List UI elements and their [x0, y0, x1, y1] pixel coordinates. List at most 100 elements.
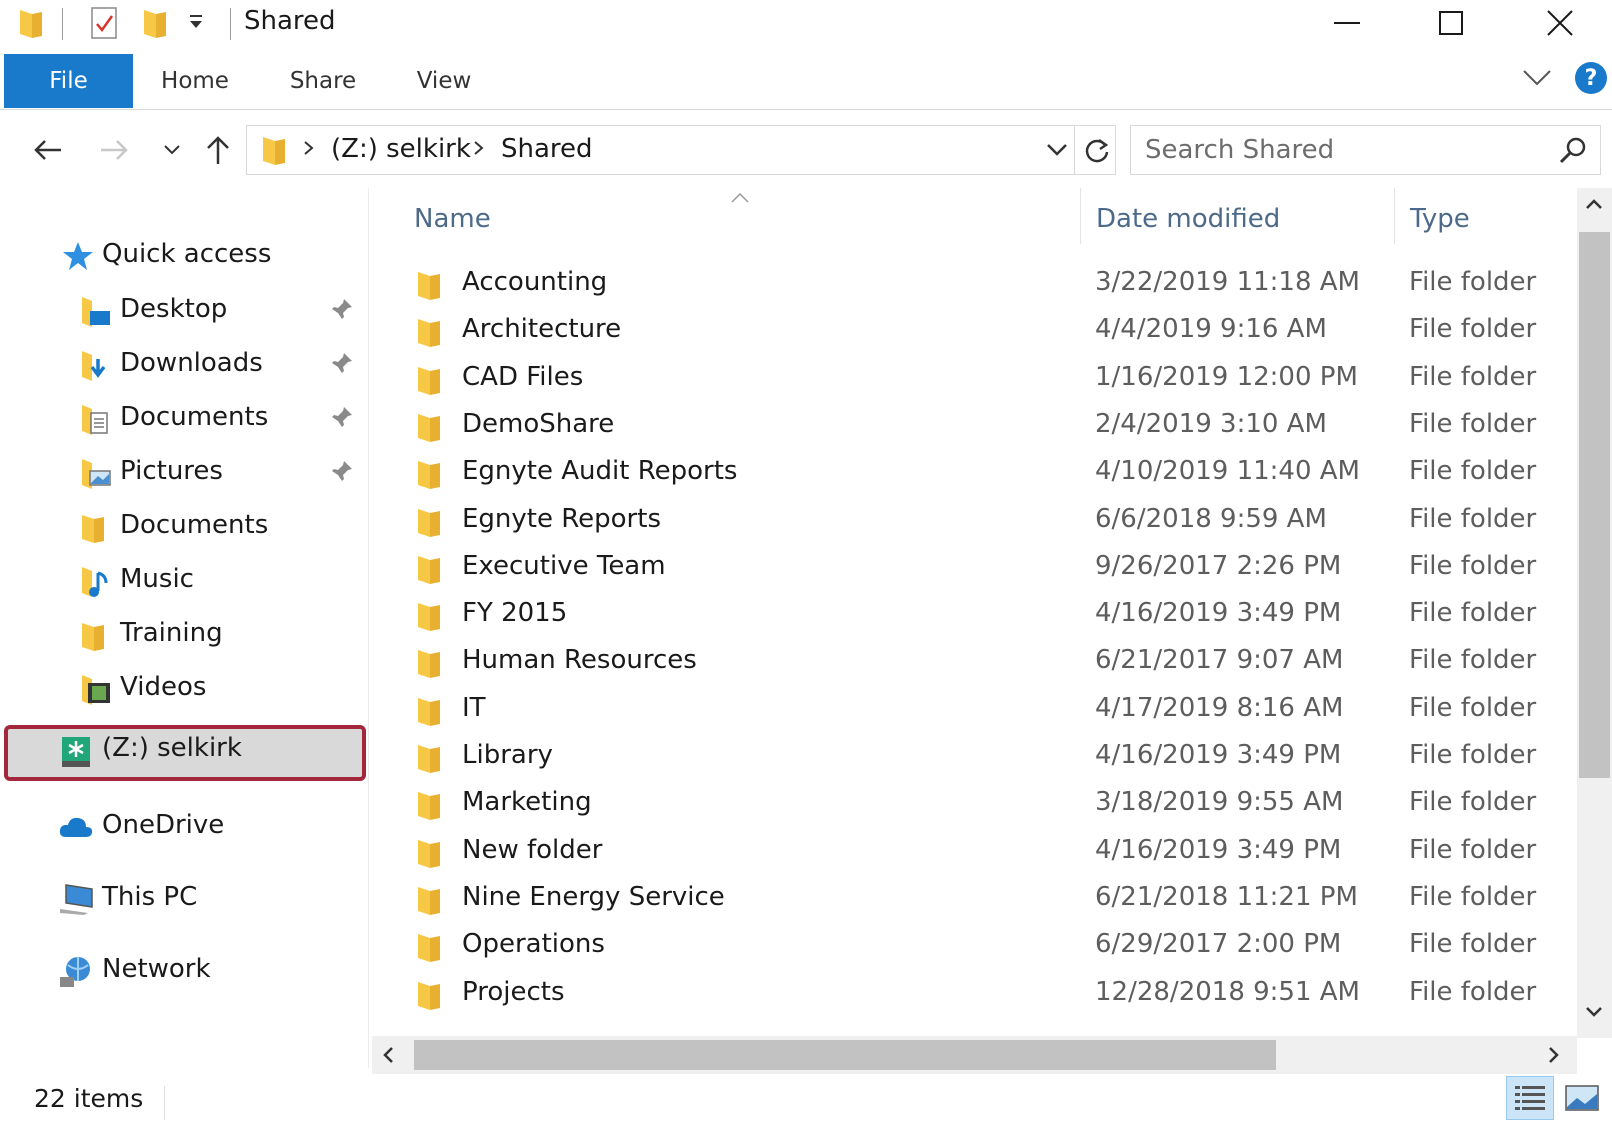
file-row[interactable]: Egnyte Audit Reports 4/10/2019 11:40 AM Fi… [372, 449, 1577, 497]
forward-button[interactable] [92, 128, 136, 172]
nav-item-network[interactable]: Network [0, 947, 368, 997]
details-view-button[interactable] [1506, 1076, 1554, 1120]
file-name: Executive Team [462, 550, 666, 581]
file-row[interactable]: CAD Files 1/16/2019 12:00 PM File folder [372, 355, 1577, 403]
item-count: 22 items [34, 1084, 144, 1113]
nav-item-documents-2[interactable]: Documents [0, 503, 368, 553]
close-button[interactable] [1508, 0, 1612, 46]
folder-icon [416, 788, 442, 826]
file-date: 2/4/2019 3:10 AM [1095, 408, 1327, 439]
file-row[interactable]: Marketing 3/18/2019 9:55 AM File folder [372, 780, 1577, 828]
properties-icon[interactable] [90, 6, 118, 44]
pin-icon[interactable] [330, 405, 354, 433]
minimize-icon [1334, 22, 1360, 24]
file-row[interactable]: FY 2015 4/16/2019 3:49 PM File folder [372, 591, 1577, 639]
pin-icon[interactable] [330, 459, 354, 487]
minimize-button[interactable] [1295, 0, 1399, 46]
file-date: 4/17/2019 8:16 AM [1095, 692, 1344, 723]
nav-item-onedrive[interactable]: OneDrive [0, 803, 368, 853]
search-input[interactable]: Search Shared [1145, 135, 1334, 165]
nav-quick-access[interactable]: Quick access [0, 232, 368, 282]
vertical-scroll-thumb[interactable] [1579, 232, 1610, 778]
file-type: File folder [1409, 881, 1537, 912]
scroll-right-icon[interactable] [1548, 1046, 1560, 1064]
file-type: File folder [1409, 645, 1537, 676]
file-row[interactable]: Library 4/16/2019 3:49 PM File folder [372, 733, 1577, 781]
file-row[interactable]: Operations 6/29/2017 2:00 PM File folder [372, 922, 1577, 970]
file-row[interactable]: Architecture 4/4/2019 9:16 AM File folder [372, 307, 1577, 355]
pin-icon[interactable] [330, 351, 354, 379]
pin-icon[interactable] [330, 297, 354, 325]
file-type: File folder [1409, 598, 1537, 629]
address-history-chevron-icon[interactable] [1047, 142, 1067, 161]
address-bar[interactable]: (Z:) selkirk Shared [246, 125, 1116, 175]
customize-toolbar-icon[interactable] [188, 14, 204, 34]
file-type: File folder [1409, 503, 1537, 534]
nav-item-pictures[interactable]: Pictures [0, 449, 368, 499]
file-row[interactable]: DemoShare 2/4/2019 3:10 AM File folder [372, 402, 1577, 450]
search-icon[interactable] [1559, 136, 1587, 168]
nav-item-training[interactable]: Training [0, 611, 368, 661]
scroll-down-icon[interactable] [1585, 1006, 1603, 1018]
navigation-pane: Quick access Desktop Downloads Documents [0, 188, 368, 1058]
breadcrumb-drive[interactable]: (Z:) selkirk [331, 134, 471, 164]
maximize-button[interactable] [1399, 0, 1503, 46]
file-name: Egnyte Reports [462, 503, 661, 534]
back-button[interactable] [26, 128, 70, 172]
scroll-left-icon[interactable] [382, 1046, 394, 1064]
file-date: 4/10/2019 11:40 AM [1095, 456, 1360, 487]
up-button[interactable] [196, 128, 240, 172]
nav-item-music[interactable]: Music [0, 557, 368, 607]
file-row[interactable]: Egnyte Reports 6/6/2018 9:59 AM File folde… [372, 497, 1577, 545]
folder-icon [416, 978, 442, 1016]
nav-item-this-pc[interactable]: This PC [0, 875, 368, 925]
file-type: File folder [1409, 834, 1537, 865]
folder-icon[interactable] [18, 6, 44, 44]
tab-home[interactable]: Home [150, 54, 240, 108]
arrow-right-icon [101, 140, 128, 160]
horizontal-scrollbar[interactable] [372, 1036, 1577, 1074]
breadcrumb-chevron-icon[interactable] [473, 138, 485, 162]
nav-item-documents[interactable]: Documents [0, 395, 368, 445]
folder-icon [416, 599, 442, 637]
file-type: File folder [1409, 550, 1537, 581]
column-header-date[interactable]: Date modified [1096, 204, 1280, 234]
file-type: File folder [1409, 740, 1537, 770]
tab-view[interactable]: View [402, 54, 486, 108]
file-row[interactable]: Nine Energy Service 6/21/2018 11:21 PM Fil… [372, 875, 1577, 923]
nav-label: Videos [120, 672, 207, 702]
file-row[interactable]: Executive Team 9/26/2017 2:26 PM File fold… [372, 544, 1577, 592]
file-row[interactable]: Accounting 3/22/2019 11:18 AM File folder [372, 260, 1577, 308]
nav-item-drive-z[interactable]: (Z:) selkirk [4, 725, 366, 781]
file-date: 6/29/2017 2:00 PM [1095, 929, 1342, 960]
search-box[interactable]: Search Shared [1130, 125, 1601, 175]
expand-ribbon-icon[interactable] [1523, 70, 1551, 90]
nav-item-desktop[interactable]: Desktop [0, 287, 368, 337]
breadcrumb-current[interactable]: Shared [501, 134, 593, 164]
help-button[interactable]: ? [1575, 62, 1607, 94]
cloud-icon [58, 811, 93, 843]
breadcrumb-chevron-icon[interactable] [303, 138, 315, 162]
file-row[interactable]: IT 4/17/2019 8:16 AM File folder [372, 686, 1577, 734]
folder-icon [416, 836, 442, 874]
nav-item-videos[interactable]: Videos [0, 665, 368, 715]
file-type: File folder [1409, 787, 1537, 818]
file-name: Egnyte Audit Reports [462, 456, 738, 487]
large-icons-view-button[interactable] [1558, 1076, 1606, 1120]
horizontal-scroll-thumb[interactable] [414, 1040, 1276, 1070]
file-row[interactable]: Projects 12/28/2018 9:51 AM File folder [372, 970, 1577, 1018]
column-header-name[interactable]: Name [414, 204, 491, 234]
new-folder-icon[interactable] [142, 6, 168, 44]
nav-item-downloads[interactable]: Downloads [0, 341, 368, 391]
file-type: File folder [1409, 408, 1537, 439]
vertical-scrollbar[interactable] [1577, 188, 1612, 1038]
refresh-icon[interactable] [1083, 136, 1111, 168]
tab-share[interactable]: Share [278, 54, 368, 108]
file-row[interactable]: Human Resources 6/21/2017 9:07 AM File fol… [372, 638, 1577, 686]
recent-locations-button[interactable] [150, 128, 194, 172]
tab-file[interactable]: File [4, 54, 133, 108]
column-header-type[interactable]: Type [1410, 204, 1470, 234]
scroll-up-icon[interactable] [1585, 198, 1603, 210]
file-row[interactable]: New folder 4/16/2019 3:49 PM File folder [372, 828, 1577, 876]
folder-icon [416, 552, 442, 590]
